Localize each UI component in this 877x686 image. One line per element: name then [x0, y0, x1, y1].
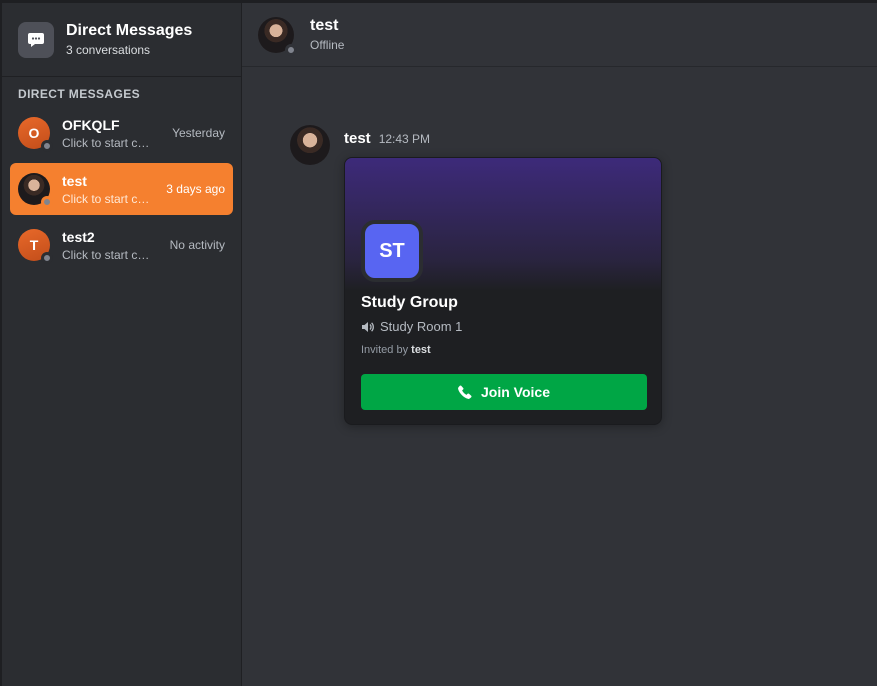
dm-name: OFKQLF [62, 116, 120, 133]
invited-by-prefix: Invited by [361, 344, 409, 356]
offline-status-dot [41, 196, 53, 208]
chat-header: test Offline [242, 3, 877, 67]
dm-preview: Click to start conversation [62, 135, 154, 150]
avatar: O [18, 117, 53, 152]
voice-invite-card: ST Study Group Study Room 1 Invited by t… [344, 157, 662, 425]
dm-preview: Click to start conversation [62, 247, 154, 262]
offline-status-dot [41, 252, 53, 264]
dm-time: No activity [169, 238, 225, 252]
dm-item-ofkqlf[interactable]: O OFKQLF Click to start conversation Yes… [10, 107, 233, 159]
offline-status-dot [41, 140, 53, 152]
conversation-count: 3 conversations [66, 43, 151, 57]
section-label: DIRECT MESSAGES [18, 87, 141, 101]
join-voice-label: Join Voice [481, 384, 550, 400]
offline-status-dot [285, 43, 297, 56]
dm-item-test[interactable]: test Click to start conversation 3 days … [10, 163, 233, 215]
avatar: T [18, 229, 53, 264]
chat-main: test Offline test 12:43 PM ST Study Grou… [242, 3, 877, 686]
header-avatar[interactable] [258, 16, 297, 56]
message-author[interactable]: test [344, 130, 371, 147]
avatar [18, 173, 53, 208]
chat-bubble-icon [18, 21, 54, 58]
header-status: Offline [310, 38, 345, 52]
server-icon: ST [361, 220, 423, 282]
dm-time: 3 days ago [166, 182, 225, 196]
dm-time: Yesterday [172, 126, 225, 140]
dm-preview: Click to start conversation [62, 191, 154, 206]
sidebar-header: Direct Messages 3 conversations [2, 3, 241, 77]
header-username[interactable]: test [310, 17, 344, 35]
server-name: Study Group [361, 294, 458, 311]
channel-row: Study Room 1 [361, 319, 462, 334]
phone-icon [458, 385, 472, 399]
avatar-initial: O [28, 125, 40, 141]
invited-by-user: test [411, 344, 431, 356]
dm-name: test2 [62, 228, 95, 245]
dm-item-test2[interactable]: T test2 Click to start conversation No a… [10, 219, 233, 271]
message-timestamp: 12:43 PM [378, 132, 431, 146]
avatar-initial: T [29, 237, 39, 253]
speaker-icon [362, 321, 374, 332]
message-avatar[interactable] [290, 125, 330, 165]
sidebar-title: Direct Messages [66, 22, 193, 39]
channel-name: Study Room 1 [380, 319, 463, 334]
message: test 12:43 PM ST Study Group Study Room … [290, 125, 662, 425]
invited-by: Invited by test [361, 344, 431, 356]
dm-name: test [62, 172, 87, 189]
app-window: Direct Messages 3 conversations DIRECT M… [0, 0, 877, 686]
dm-list: O OFKQLF Click to start conversation Yes… [2, 107, 241, 271]
dm-sidebar: Direct Messages 3 conversations DIRECT M… [0, 3, 242, 686]
join-voice-button[interactable]: Join Voice [361, 374, 647, 410]
